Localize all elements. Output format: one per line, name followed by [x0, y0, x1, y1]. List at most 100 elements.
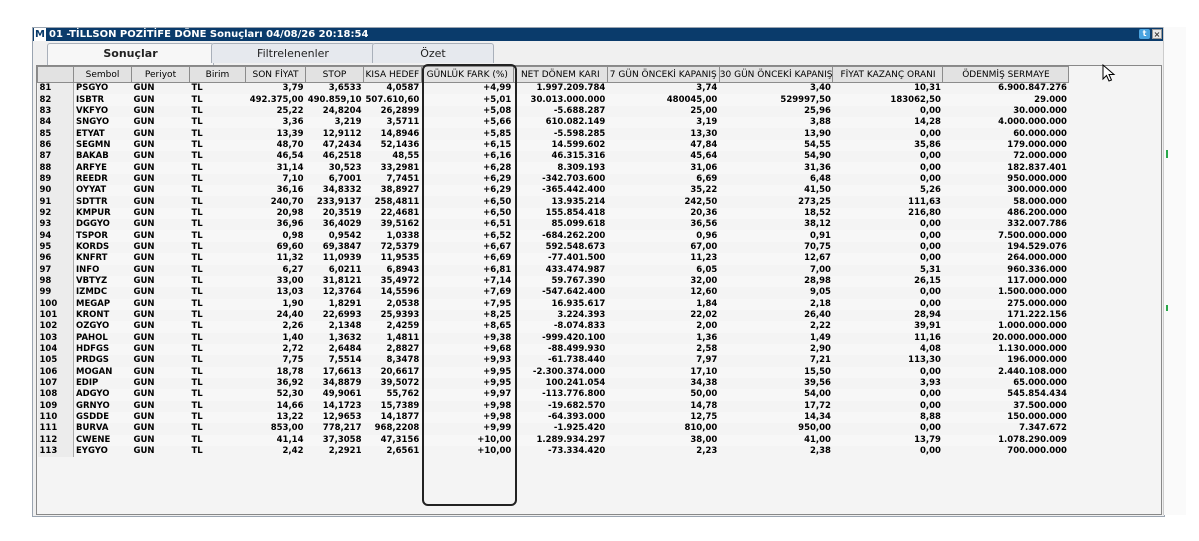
table-cell: 38,00 [607, 434, 720, 446]
table-cell: TL [189, 275, 246, 288]
table-cell: 33,2981 [363, 162, 422, 174]
table-row[interactable]: 90 OYYAT GUN TL 36,16 34,8332 38,8927 +6,29 -365… [37, 185, 1069, 197]
table-row[interactable]: 81 PSGYO GUN TL 3,79 3,6533 4,0587 +4,99 1.997.2… [37, 82, 1069, 95]
table-cell: GUN [133, 378, 155, 389]
table-cell: TL [189, 389, 246, 401]
tab-sonuclar[interactable]: Sonuçlar [47, 43, 214, 65]
table-cell: 0,00 [919, 105, 941, 116]
table-cell: 1.289.934.297 [513, 434, 608, 446]
table-row[interactable]: 100 MEGAP GUN TL 1,90 1,8291 2,0538 +7,95 16.935… [37, 298, 1069, 310]
close-icon[interactable]: × [1152, 29, 1162, 39]
table-cell: 52,1436 [363, 139, 422, 152]
table-row[interactable]: 105 PRDGS GUN TL 7,75 7,5514 8,3478 +9,93 -61.73… [37, 355, 1069, 367]
table-row[interactable]: 101 KRONT GUN TL 24,40 22,6993 25,9393 +8,25 3.2… [37, 309, 1069, 322]
table-row[interactable]: 99 IZMDC GUN TL 13,03 12,3764 14,5596 +7,69 -547… [37, 287, 1069, 299]
row-index: 99 [37, 287, 74, 299]
table-cell: SDTTR [76, 196, 108, 207]
indicator-mark [1166, 305, 1168, 311]
table-cell: 48,70 [245, 139, 306, 152]
column-header[interactable]: NET DÖNEM KARI [512, 66, 608, 83]
table-cell: 28,98 [719, 275, 833, 288]
table-cell: -5.688.287 [553, 105, 606, 116]
table-row[interactable]: 103 PAHOL GUN TL 1,40 1,3632 1,4811 +9,38 -999.4… [37, 332, 1069, 344]
table-cell: 264.000.000 [942, 253, 1069, 265]
table-row[interactable]: 111 BURVA GUN TL 853,00 778,217 968,2208 +9,99 -… [37, 423, 1069, 435]
table-cell: 6.900.847.276 [998, 83, 1067, 94]
table-row[interactable]: 109 GRNYO GUN TL 14,66 14,1723 15,7389 +9,98 -19… [37, 400, 1069, 412]
table-cell: 2,42 [282, 446, 304, 457]
column-header[interactable]: Birim [189, 66, 246, 83]
row-index: 84 [37, 117, 74, 129]
table-cell: 0,00 [832, 298, 943, 310]
table-cell: 7.500.000.000 [942, 230, 1069, 242]
table-row[interactable]: 91 SDTTR GUN TL 240,70 233,9137 258,4811 +6,50 1… [37, 196, 1069, 208]
table-cell: TL [189, 117, 246, 129]
table-cell: 24,8204 [322, 105, 362, 116]
column-header[interactable]: 30 GÜN ÖNCEKİ KAPANIŞ [718, 66, 834, 83]
twitter-icon[interactable]: t [1139, 29, 1150, 39]
column-header[interactable]: ÖDENMİŞ SERMAYE [942, 66, 1070, 83]
table-cell: HDFGS [73, 343, 132, 356]
table-row[interactable]: 89 REEDR GUN TL 7,10 6,7001 7,7451 +6,29 -342.70… [37, 173, 1069, 186]
table-row[interactable]: 83 VKFYO GUN TL 25,22 24,8204 26,2899 +5,08 -5.6… [37, 105, 1069, 118]
title-bar[interactable]: M 01 -TİLLSON POZİTİFE DÖNE Sonuçları 04… [33, 28, 1164, 41]
column-header[interactable]: Sembol [73, 66, 132, 83]
table-row[interactable]: 112 CWENE GUN TL 41,14 37,3058 47,3156 +10,00 1.… [37, 434, 1069, 446]
table-row[interactable]: 107 EDIP GUN TL 36,92 34,8879 39,5072 +9,95 100.… [37, 377, 1069, 390]
table-cell: 25,22 [276, 105, 304, 116]
table-cell: 0,00 [832, 366, 943, 378]
table-cell: SEGMN [73, 139, 132, 152]
tab-ozet[interactable]: Özet [372, 43, 494, 63]
column-header[interactable]: STOP [305, 66, 364, 83]
table-cell: OZGYO [73, 321, 132, 333]
row-index: 82 [37, 94, 74, 106]
table-row[interactable]: 84 SNGYO GUN TL 3,36 3,219 3,5711 +5,66 610.082.… [37, 117, 1069, 129]
column-header[interactable]: FİYAT KAZANÇ ORANI [832, 66, 944, 83]
table-cell: 2,6484 [305, 343, 364, 356]
table-row[interactable]: 92 KMPUR GUN TL 20,98 20,3519 22,4681 +6,50 155.… [37, 207, 1069, 220]
table-cell: PRDGS [76, 355, 109, 366]
table-cell: 25,9393 [380, 310, 420, 321]
table-row[interactable]: 95 KORDS GUN TL 69,60 69,3847 72,5379 +6,67 592.… [37, 241, 1069, 254]
table-cell: 1,90 [245, 298, 306, 310]
table-row[interactable]: 97 INFO GUN TL 6,27 6,0211 6,8943 +6,81 433.474.… [37, 264, 1069, 276]
tab-filtrelenenler[interactable]: Filtrelenenler [211, 43, 375, 63]
results-grid[interactable]: Sembol Periyot Birim SON FİYAT STOP KISA HEDE… [36, 65, 1162, 515]
table-cell: -365.442.400 [513, 185, 608, 197]
table-row[interactable]: 106 MOGAN GUN TL 18,78 17,6613 20,6617 +9,95 -2.… [37, 366, 1069, 378]
table-cell: TL [191, 151, 203, 162]
column-header[interactable]: GÜNLÜK FARK (%) [420, 66, 514, 83]
table-cell: 39,5072 [380, 378, 420, 389]
table-row[interactable]: 108 ADGYO GUN TL 52,30 49,9061 55,762 +9,97 -113… [37, 389, 1069, 401]
table-row[interactable]: 94 TSPOR GUN TL 0,98 0,9542 1,0338 +6,52 -684.26… [37, 230, 1069, 242]
table-cell: ADGYO [73, 389, 132, 401]
table-row[interactable]: 88 ARFYE GUN TL 31,14 30,523 33,2981 +6,28 8.309… [37, 162, 1069, 174]
column-header[interactable] [37, 66, 74, 83]
table-cell: +6,28 [421, 162, 514, 174]
table-cell: 72.000.000 [1013, 151, 1067, 162]
table-row[interactable]: 102 OZGYO GUN TL 2,26 2,1348 2,4259 +8,65 -8.074… [37, 321, 1069, 333]
table-cell: 36,4029 [322, 219, 362, 230]
table-cell: 14.599.602 [513, 139, 608, 152]
table-cell: 1,49 [809, 332, 831, 343]
table-cell: GUN [133, 241, 155, 252]
table-cell: TL [191, 400, 203, 411]
table-cell: +6,50 [421, 207, 514, 220]
table-row[interactable]: 85 ETYAT GUN TL 13,39 12,9112 14,8946 +5,85 -5.5… [37, 128, 1069, 140]
column-header[interactable]: KISA HEDEF [363, 66, 422, 83]
column-header[interactable]: 7 GÜN ÖNCEKİ KAPANIŞ [606, 66, 720, 83]
table-row[interactable]: 82 ISBTR GUN TL 492.375,00 490.859,10 507.610,… [37, 94, 1069, 106]
table-row[interactable]: 86 SEGMN GUN TL 48,70 47,2434 52,1436 +6,15 14.5… [37, 139, 1069, 152]
column-header[interactable]: SON FİYAT [245, 66, 306, 83]
table-row[interactable]: 96 KNFRT GUN TL 11,32 11,0939 11,9535 +6,69 -77.… [37, 253, 1069, 265]
column-header[interactable]: Periyot [131, 66, 190, 83]
row-index: 108 [37, 389, 74, 401]
table-row[interactable]: 104 HDFGS GUN TL 2,72 2,6484 2,8827 +9,68 -88.49… [37, 343, 1069, 356]
table-row[interactable]: 110 GSDDE GUN TL 13,22 12,9653 14,1877 +9,98 -64… [37, 411, 1069, 424]
table-row[interactable]: 113 EYGYO GUN TL 2,42 2,2921 2,6561 +10,00 -73.3… [37, 446, 1069, 458]
table-row[interactable]: 98 VBTYZ GUN TL 33,00 31,8121 35,4972 +7,14 59.7… [37, 275, 1069, 288]
table-cell: 54,55 [719, 139, 833, 152]
table-cell: TL [189, 162, 246, 174]
table-row[interactable]: 93 DGGYO GUN TL 36,96 36,4029 39,5162 +6,51 85.0… [37, 219, 1069, 231]
table-row[interactable]: 87 BAKAB GUN TL 46,54 46,2518 48,55 +6,16 46.315… [37, 151, 1069, 163]
